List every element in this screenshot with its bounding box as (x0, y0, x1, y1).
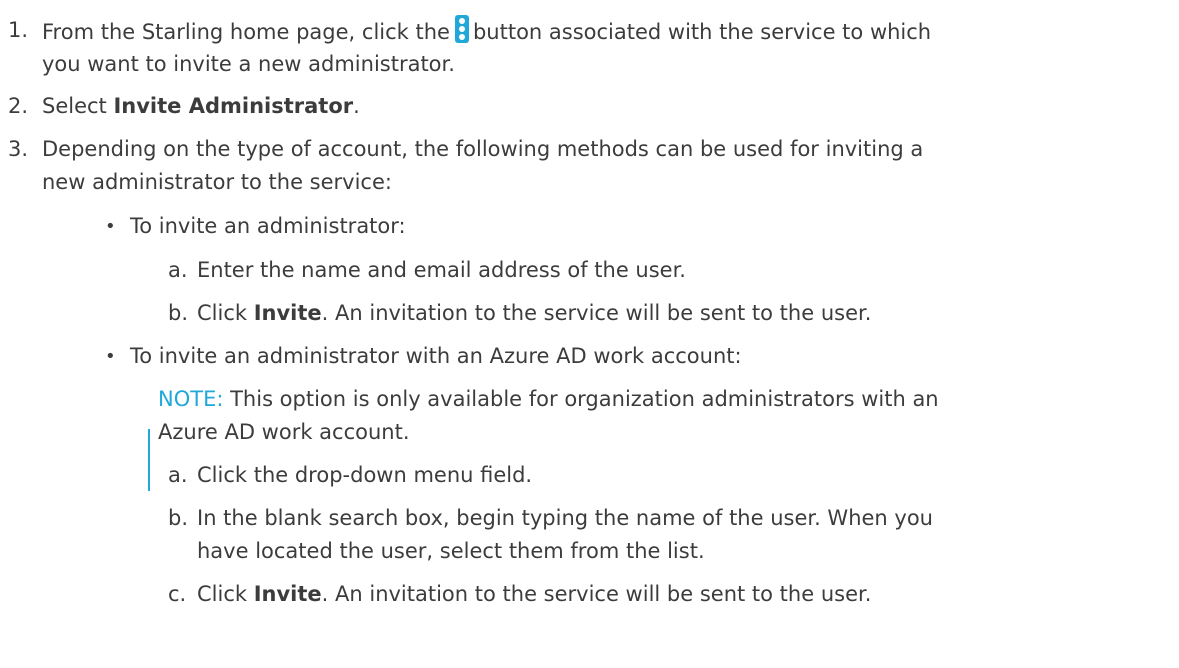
substep-suffix: . An invitation to the service will be s… (321, 582, 872, 606)
step-1-text-after: button associated with the service to wh… (472, 20, 932, 44)
method-2-substep-b-line-2: have located the user, select them from … (197, 539, 705, 563)
step-3-line-1: Depending on the type of account, the fo… (42, 137, 924, 161)
note-line-2: Azure AD work account. (158, 420, 410, 444)
step-2-prefix: Select (42, 94, 114, 118)
method-1-title: To invite an administrator: (130, 214, 406, 238)
substep-prefix: Click (197, 301, 254, 325)
method-2-substep-a: Click the drop-down menu field. (197, 463, 533, 487)
substep-letter: c. (168, 582, 187, 606)
method-2-substep-c: Click Invite. An invitation to the servi… (197, 579, 871, 609)
substep-letter: a. (168, 258, 188, 282)
substep-letter: b. (168, 506, 189, 530)
invite-administrator-label: Invite Administrator (113, 94, 354, 118)
method-2-substep-b-line-1: In the blank search box, begin typing th… (197, 506, 933, 530)
step-3-line-2: new administrator to the service: (42, 170, 392, 194)
step-1-text-before: From the Starling home page, click the (42, 20, 450, 44)
step-2-line: Select Invite Administrator. (42, 91, 360, 121)
substep-suffix: . An invitation to the service will be s… (321, 301, 872, 325)
bullet-marker: • (105, 216, 116, 237)
step-number: 2. (8, 94, 29, 118)
more-vertical-icon (454, 15, 469, 43)
step-1-line-1: From the Starling home page, click the bu… (42, 15, 931, 47)
note-text: This option is only available for organi… (223, 387, 939, 411)
document: 1. From the Starling home page, click th… (0, 0, 1179, 668)
method-1-substep-b: Click Invite. An invitation to the servi… (197, 298, 871, 328)
bullet-marker: • (105, 346, 116, 367)
method-1-substep-a: Enter the name and email address of the … (197, 258, 686, 282)
note-bar (148, 429, 150, 491)
substep-letter: b. (168, 301, 189, 325)
invite-label: Invite (253, 582, 322, 606)
note-line-1: NOTE: This option is only available for … (158, 384, 939, 414)
substep-letter: a. (168, 463, 188, 487)
invite-label: Invite (253, 301, 322, 325)
step-2-suffix: . (353, 94, 360, 118)
step-1-line-2: you want to invite a new administrator. (42, 52, 455, 76)
note-label: NOTE: (158, 387, 224, 411)
step-number: 1. (8, 18, 29, 42)
step-number: 3. (8, 137, 29, 161)
substep-prefix: Click (197, 582, 254, 606)
method-2-title: To invite an administrator with an Azure… (130, 344, 742, 368)
